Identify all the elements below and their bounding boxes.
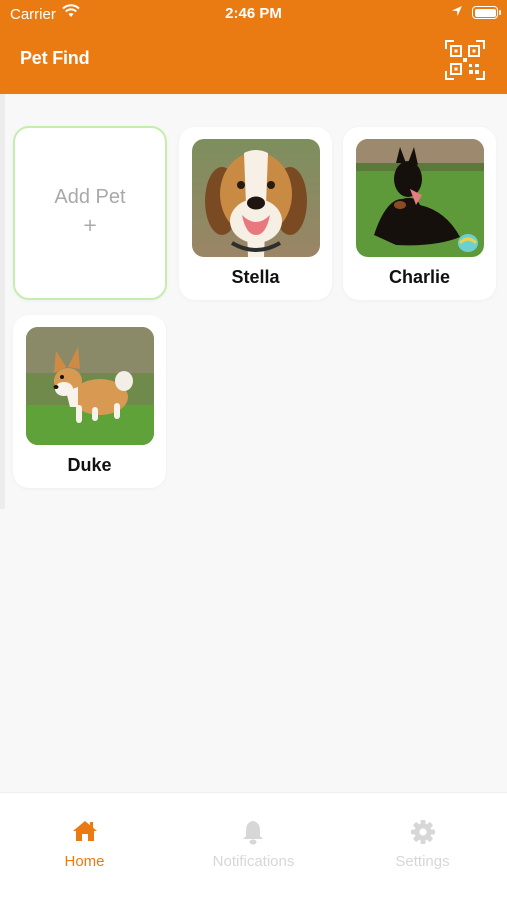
- pet-card-charlie[interactable]: Charlie: [343, 127, 496, 300]
- home-icon: [73, 821, 97, 841]
- pet-name: Stella: [231, 267, 280, 287]
- page-title: Pet Find: [20, 48, 90, 68]
- add-pet-label: Add Pet: [54, 186, 126, 208]
- pet-card-stella[interactable]: Stella: [179, 127, 332, 300]
- status-bar: Carrier 2:46 PM: [0, 0, 507, 28]
- pet-photo-beagle: [192, 139, 320, 257]
- tab-label: Notifications: [212, 853, 295, 870]
- battery-icon: [472, 6, 501, 19]
- pet-photo-doberman: [356, 139, 484, 257]
- location-arrow-icon: [452, 6, 462, 16]
- pet-name: Duke: [67, 455, 112, 475]
- app-header: Carrier 2:46 PM Pet Find: [0, 0, 507, 94]
- plus-icon: +: [82, 215, 98, 236]
- pet-card-duke[interactable]: Duke: [13, 315, 166, 488]
- tab-label: Settings: [395, 853, 450, 870]
- tab-bar: Home Notifications Settings: [0, 792, 507, 900]
- clock: 2:46 PM: [225, 5, 282, 22]
- tab-label: Home: [64, 853, 105, 870]
- scroll-indicator: [0, 94, 5, 509]
- tab-home[interactable]: Home: [0, 793, 169, 900]
- tab-settings[interactable]: Settings: [338, 793, 507, 900]
- qr-code-icon[interactable]: [445, 40, 485, 80]
- pet-name: Charlie: [388, 267, 451, 287]
- pet-photo-corgi: [26, 327, 154, 445]
- bell-icon: [243, 821, 263, 845]
- add-pet-button[interactable]: Add Pet +: [13, 126, 167, 300]
- gear-icon: [411, 820, 435, 844]
- tab-notifications[interactable]: Notifications: [169, 793, 338, 900]
